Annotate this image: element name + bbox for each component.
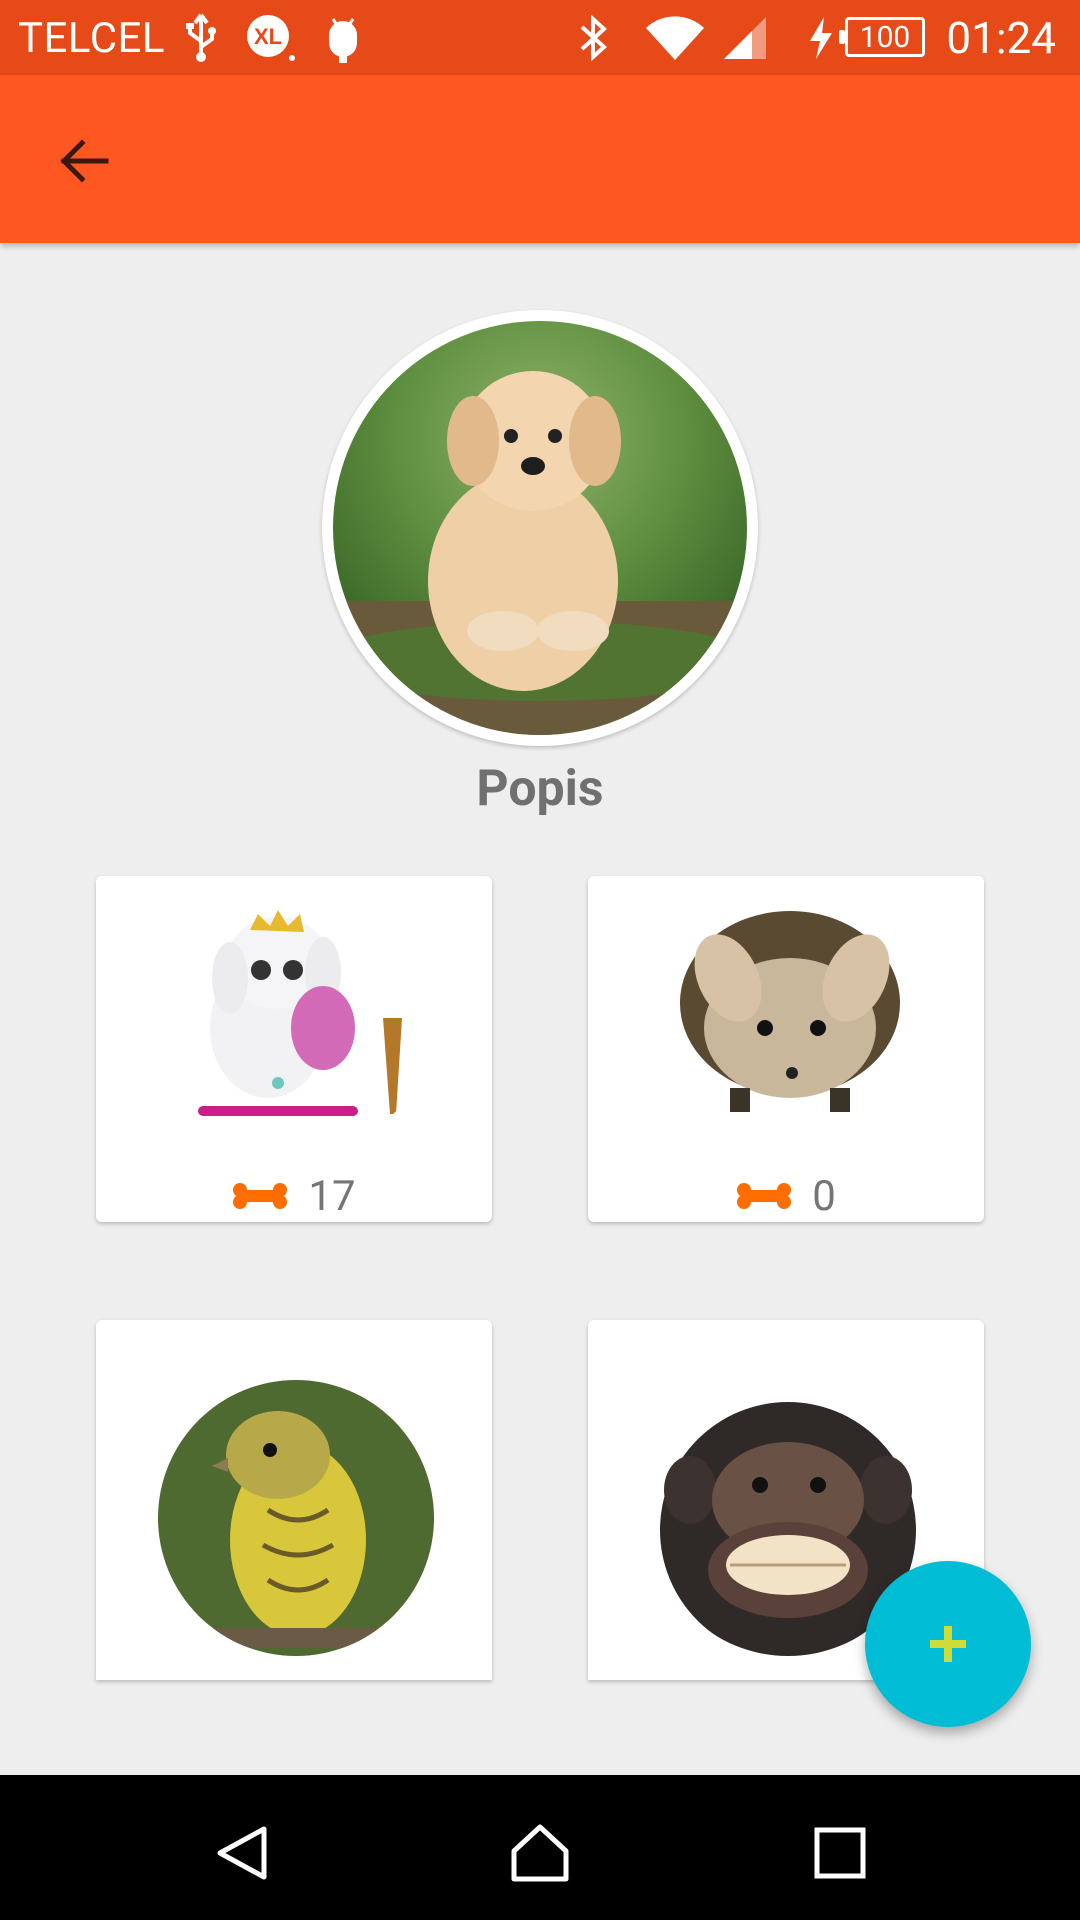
puppy-photo (333, 371, 747, 735)
bone-icon (737, 1183, 792, 1209)
back-button[interactable] (44, 121, 124, 201)
nav-recents-button[interactable] (800, 1813, 880, 1893)
nav-recents-icon (814, 1827, 866, 1879)
pet-card[interactable]: 0 (588, 876, 984, 1222)
carrier-label: TELCEL (18, 14, 166, 63)
nav-back-icon (217, 1826, 267, 1880)
status-bar: TELCEL XL 100 01:24 (0, 0, 1080, 75)
treat-count-value: 0 (812, 1171, 836, 1221)
nav-home-button[interactable] (500, 1813, 580, 1893)
add-pet-button[interactable] (865, 1561, 1031, 1727)
treat-count-value: 17 (308, 1171, 356, 1221)
avatar (333, 321, 747, 735)
charging-icon (806, 10, 836, 66)
arrow-back-icon (60, 139, 109, 183)
bone-icon (233, 1183, 288, 1209)
treat-count: 17 (96, 1166, 492, 1222)
cell-signal-icon (720, 10, 770, 66)
pet-card[interactable]: 17 (96, 876, 492, 1222)
navigation-bar (0, 1775, 1080, 1920)
bird-image (158, 1380, 434, 1656)
pet-name: Popis (476, 760, 604, 818)
nav-back-button[interactable] (202, 1813, 282, 1893)
xl-icon: XL (244, 10, 300, 66)
nav-home-icon (511, 1824, 569, 1882)
hedgehog-image (650, 878, 926, 1154)
wifi-icon (644, 10, 706, 66)
profile-avatar-frame[interactable] (322, 310, 758, 746)
treat-count: 0 (588, 1166, 984, 1222)
android-debug-icon (322, 10, 364, 66)
battery-icon: 100 (839, 17, 925, 57)
plus-icon (930, 1626, 966, 1662)
pet-card[interactable] (96, 1320, 492, 1680)
toy-dog-image (158, 878, 434, 1154)
svg-text:XL: XL (254, 24, 282, 49)
bluetooth-icon (575, 10, 611, 66)
usb-icon (178, 10, 224, 66)
clock: 01:24 (946, 12, 1056, 64)
app-bar (0, 75, 1080, 243)
